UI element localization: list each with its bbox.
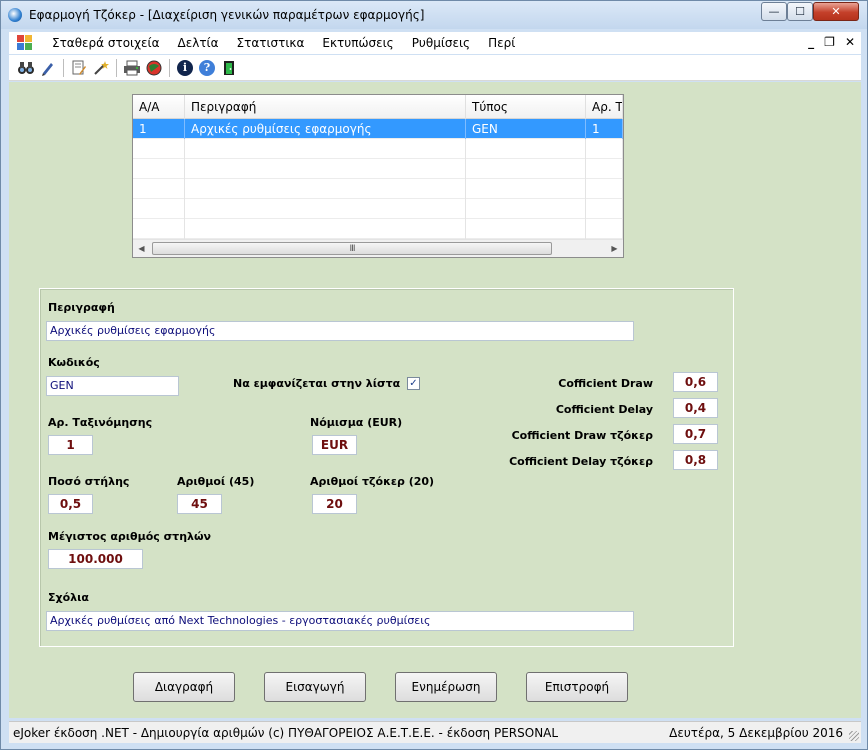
table-row[interactable]: 1 Αρχικές ρυθμίσεις εφαρμογής GEN 1 bbox=[133, 119, 623, 139]
info-icon: i bbox=[177, 59, 193, 76]
comments-field[interactable]: Αρχικές ρυθμίσεις από Next Technologies … bbox=[46, 611, 634, 631]
sort-order-label: Αρ. Ταξινόμησης bbox=[48, 416, 153, 429]
pen-icon[interactable] bbox=[37, 57, 59, 79]
empty-row bbox=[133, 139, 623, 159]
max-columns-label: Μέγιστος αριθμός στηλών bbox=[48, 530, 212, 543]
menu-tickets[interactable]: Δελτία bbox=[169, 36, 228, 50]
show-in-list-label: Να εμφανίζεται στην λίστα bbox=[233, 377, 401, 390]
coeff-delay-joker-field[interactable]: 0,8 bbox=[673, 450, 718, 470]
mdi-controls: _ ❐ ✕ bbox=[808, 35, 855, 49]
menu-about[interactable]: Περί bbox=[479, 36, 524, 50]
mdi-close-button[interactable]: ✕ bbox=[845, 35, 855, 49]
coeff-delay-joker-label: Cofficient Delay τζόκερ bbox=[509, 455, 653, 468]
parameters-form: Περιγραφή Αρχικές ρυθμίσεις εφαρμογής Κω… bbox=[39, 288, 734, 647]
menu-bar: Σταθερά στοιχεία Δελτία Στατιστικα Εκτυπ… bbox=[9, 32, 861, 54]
empty-row bbox=[133, 219, 623, 239]
wand-icon[interactable] bbox=[90, 57, 112, 79]
coeff-draw-joker-label: Cofficient Draw τζόκερ bbox=[511, 429, 653, 442]
code-label: Κωδικός bbox=[48, 356, 100, 369]
column-header-type[interactable]: Τύπος bbox=[466, 95, 586, 119]
mdi-minimize-button[interactable]: _ bbox=[808, 35, 814, 49]
binoculars-icon[interactable] bbox=[15, 57, 37, 79]
cell-type: GEN bbox=[466, 119, 586, 139]
toolbar: i ? bbox=[9, 55, 861, 81]
comments-label: Σχόλια bbox=[48, 591, 89, 604]
column-header-sort[interactable]: Αρ. Τα bbox=[586, 95, 623, 119]
joker-numbers-label: Αριθμοί τζόκερ (20) bbox=[310, 475, 435, 488]
document-edit-icon[interactable] bbox=[68, 57, 90, 79]
parameters-grid[interactable]: Α/Α Περιγραφή Τύπος Αρ. Τα 1 Αρχικές ρυθ… bbox=[132, 94, 624, 258]
status-bar: eJoker έκδοση .NET - Δημιουργία αριθμών … bbox=[9, 721, 861, 743]
coeff-delay-field[interactable]: 0,4 bbox=[673, 398, 718, 418]
grid-body: 1 Αρχικές ρυθμίσεις εφαρμογής GEN 1 bbox=[133, 119, 623, 239]
column-amount-field[interactable]: 0,5 bbox=[48, 494, 93, 514]
coeff-delay-label: Cofficient Delay bbox=[555, 403, 653, 416]
column-header-description[interactable]: Περιγραφή bbox=[185, 95, 466, 119]
app-icon bbox=[8, 8, 22, 22]
info-button[interactable]: i bbox=[174, 57, 196, 79]
globe-icon[interactable] bbox=[143, 57, 165, 79]
cell-aa: 1 bbox=[133, 119, 185, 139]
currency-field[interactable]: EUR bbox=[312, 435, 357, 455]
menu-fixed-data[interactable]: Σταθερά στοιχεία bbox=[43, 36, 169, 50]
app-window: Εφαρμογή Τζόκερ - [Διαχείριση γενικών πα… bbox=[0, 0, 868, 750]
back-button[interactable]: Επιστροφή bbox=[526, 672, 628, 702]
toolbar-separator bbox=[169, 58, 170, 77]
description-label: Περιγραφή bbox=[48, 301, 115, 314]
coeff-draw-label: Cofficient Draw bbox=[558, 377, 653, 390]
mdi-restore-button[interactable]: ❐ bbox=[824, 35, 835, 49]
grid-header: Α/Α Περιγραφή Τύπος Αρ. Τα bbox=[133, 95, 623, 119]
close-button[interactable]: ✕ bbox=[813, 2, 859, 21]
title-bar: Εφαρμογή Τζόκερ - [Διαχείριση γενικών πα… bbox=[1, 1, 867, 29]
window-title: Εφαρμογή Τζόκερ - [Διαχείριση γενικών πα… bbox=[29, 8, 425, 22]
sort-order-field[interactable]: 1 bbox=[48, 435, 93, 455]
code-field[interactable]: GEN bbox=[46, 376, 179, 396]
column-header-aa[interactable]: Α/Α bbox=[133, 95, 185, 119]
joker-numbers-field[interactable]: 20 bbox=[312, 494, 357, 514]
resize-grip-icon[interactable] bbox=[849, 731, 859, 741]
numbers-label: Αριθμοί (45) bbox=[177, 475, 255, 488]
menu-prints[interactable]: Εκτυπώσεις bbox=[313, 36, 402, 50]
status-app-info: eJoker έκδοση .NET - Δημιουργία αριθμών … bbox=[13, 726, 559, 740]
scroll-left-icon[interactable]: ◀ bbox=[133, 240, 150, 257]
exit-door-icon[interactable] bbox=[218, 57, 240, 79]
horizontal-scrollbar[interactable]: ◀ III ▶ bbox=[133, 239, 623, 257]
delete-button[interactable]: Διαγραφή bbox=[133, 672, 235, 702]
coeff-draw-field[interactable]: 0,6 bbox=[673, 372, 718, 392]
status-date: Δευτέρα, 5 Δεκεμβρίου 2016 bbox=[669, 726, 843, 740]
minimize-button[interactable]: — bbox=[761, 2, 787, 21]
show-in-list-checkbox[interactable]: ✓ bbox=[407, 377, 420, 390]
max-columns-field[interactable]: 100.000 bbox=[48, 549, 143, 569]
coeff-draw-joker-field[interactable]: 0,7 bbox=[673, 424, 718, 444]
cell-description: Αρχικές ρυθμίσεις εφαρμογής bbox=[185, 119, 466, 139]
description-field[interactable]: Αρχικές ρυθμίσεις εφαρμογής bbox=[46, 321, 634, 341]
maximize-button[interactable]: ☐ bbox=[787, 2, 813, 21]
help-icon: ? bbox=[199, 59, 215, 76]
column-amount-label: Ποσό στήλης bbox=[48, 475, 130, 488]
update-button[interactable]: Ενημέρωση bbox=[395, 672, 497, 702]
scroll-right-icon[interactable]: ▶ bbox=[606, 240, 623, 257]
client-area: Α/Α Περιγραφή Τύπος Αρ. Τα 1 Αρχικές ρυθ… bbox=[9, 82, 861, 718]
currency-label: Νόμισμα (EUR) bbox=[310, 416, 403, 429]
toolbar-separator bbox=[116, 58, 117, 77]
empty-row bbox=[133, 199, 623, 219]
insert-button[interactable]: Εισαγωγή bbox=[264, 672, 366, 702]
numbers-field[interactable]: 45 bbox=[177, 494, 222, 514]
cell-sort: 1 bbox=[586, 119, 623, 139]
menu-statistics[interactable]: Στατιστικα bbox=[228, 36, 314, 50]
scroll-thumb[interactable]: III bbox=[152, 242, 552, 255]
printer-icon[interactable] bbox=[121, 57, 143, 79]
mdi-window-icon[interactable] bbox=[17, 35, 33, 51]
menu-settings[interactable]: Ρυθμίσεις bbox=[403, 36, 479, 50]
empty-row bbox=[133, 179, 623, 199]
toolbar-separator bbox=[63, 58, 64, 77]
empty-row bbox=[133, 159, 623, 179]
help-button[interactable]: ? bbox=[196, 57, 218, 79]
